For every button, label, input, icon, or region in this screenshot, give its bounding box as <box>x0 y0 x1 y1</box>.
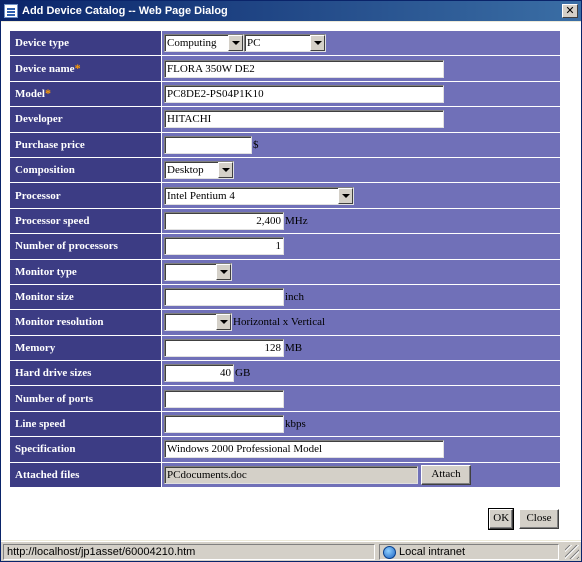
row-purchase-price: Purchase price $ <box>9 131 561 158</box>
row-model: Model* PC8DE2-PS04P1K10 <box>9 80 561 108</box>
chevron-down-icon <box>310 35 325 52</box>
developer-input[interactable]: HITACHI <box>164 110 444 129</box>
line-speed-label: Line speed <box>9 410 162 438</box>
row-number-of-processors: Number of processors 1 <box>9 233 561 260</box>
currency-unit: $ <box>253 138 259 151</box>
specification-input[interactable]: Windows 2000 Professional Model <box>164 440 444 459</box>
device-type-select[interactable]: Computing <box>164 34 244 53</box>
specification-label: Specification <box>9 436 162 463</box>
device-type-label: Device type <box>9 29 162 57</box>
attach-button[interactable]: Attach <box>421 464 471 485</box>
row-hard-drive-sizes: Hard drive sizes 40 GB <box>9 360 561 387</box>
monitor-size-label: Monitor size <box>9 283 162 311</box>
device-name-input[interactable]: FLORA 350W DE2 <box>164 59 444 78</box>
model-label: Model <box>15 88 45 101</box>
required-mark: * <box>74 61 81 76</box>
status-bar: http://localhost/jp1asset/60004210.htm L… <box>1 541 581 561</box>
gb-unit: GB <box>235 367 251 380</box>
close-button[interactable]: Close <box>519 509 559 529</box>
dialog-content: Device type Computing PC Device name* FLO… <box>1 22 581 540</box>
device-subtype-select[interactable]: PC <box>244 34 326 53</box>
title-bar: Add Device Catalog -- Web Page Dialog ✕ <box>1 1 581 21</box>
window-title: Add Device Catalog -- Web Page Dialog <box>22 5 228 17</box>
kbps-unit: kbps <box>285 418 306 431</box>
row-device-type: Device type Computing PC <box>9 29 561 57</box>
processor-speed-label: Processor speed <box>9 207 162 235</box>
row-developer: Developer HITACHI <box>9 106 561 133</box>
chevron-down-icon <box>216 314 231 331</box>
chevron-down-icon <box>338 187 353 204</box>
model-input[interactable]: PC8DE2-PS04P1K10 <box>164 84 444 103</box>
row-processor: Processor Intel Pentium 4 <box>9 182 561 209</box>
zone-label: Local intranet <box>399 546 466 558</box>
device-form: Device type Computing PC Device name* FLO… <box>9 29 561 489</box>
mhz-unit: MHz <box>285 214 308 227</box>
resize-grip[interactable] <box>565 545 579 559</box>
resolution-unit: Horizontal x Vertical <box>233 316 326 329</box>
row-monitor-resolution: Monitor resolution Horizontal x Vertical <box>9 309 561 336</box>
chevron-down-icon <box>218 162 233 179</box>
row-attached-files: Attached files PCdocuments.doc Attach <box>9 461 561 489</box>
dialog-buttons: OK Close <box>488 508 559 530</box>
purchase-price-label: Purchase price <box>9 131 162 158</box>
row-processor-speed: Processor speed 2,400 MHz <box>9 207 561 235</box>
row-specification: Specification Windows 2000 Professional … <box>9 436 561 463</box>
attached-files-input: PCdocuments.doc <box>164 465 418 484</box>
composition-label: Composition <box>9 156 162 184</box>
memory-input[interactable]: 128 <box>164 338 284 357</box>
monitor-size-input[interactable] <box>164 288 284 307</box>
purchase-price-input[interactable] <box>164 135 252 154</box>
globe-icon <box>383 545 396 559</box>
monitor-type-select[interactable] <box>164 262 232 281</box>
mb-unit: MB <box>285 341 303 354</box>
attached-files-label: Attached files <box>9 461 162 489</box>
hard-drive-sizes-label: Hard drive sizes <box>9 360 162 387</box>
number-of-processors-label: Number of processors <box>9 233 162 260</box>
chevron-down-icon <box>216 263 231 280</box>
number-of-ports-label: Number of ports <box>9 385 162 412</box>
row-monitor-size: Monitor size inch <box>9 283 561 311</box>
row-line-speed: Line speed kbps <box>9 410 561 438</box>
monitor-resolution-select[interactable] <box>164 313 232 332</box>
row-number-of-ports: Number of ports <box>9 385 561 412</box>
number-of-processors-input[interactable]: 1 <box>164 237 284 256</box>
processor-label: Processor <box>9 182 162 209</box>
dialog-icon <box>4 4 18 18</box>
memory-label: Memory <box>9 334 162 362</box>
dialog-window: Add Device Catalog -- Web Page Dialog ✕ … <box>0 0 582 562</box>
row-memory: Memory 128 MB <box>9 334 561 362</box>
composition-select[interactable]: Desktop <box>164 161 234 180</box>
number-of-ports-input[interactable] <box>164 389 284 408</box>
developer-label: Developer <box>9 106 162 133</box>
row-device-name: Device name* FLORA 350W DE2 <box>9 55 561 82</box>
status-url: http://localhost/jp1asset/60004210.htm <box>3 544 375 560</box>
row-monitor-type: Monitor type <box>9 258 561 285</box>
monitor-resolution-label: Monitor resolution <box>9 309 162 336</box>
line-speed-input[interactable] <box>164 415 284 434</box>
processor-speed-input[interactable]: 2,400 <box>164 211 284 230</box>
row-composition: Composition Desktop <box>9 156 561 184</box>
security-zone: Local intranet <box>379 544 559 560</box>
ok-button[interactable]: OK <box>488 508 515 530</box>
processor-select[interactable]: Intel Pentium 4 <box>164 186 354 205</box>
hard-drive-sizes-input[interactable]: 40 <box>164 364 234 383</box>
required-mark: * <box>44 86 51 101</box>
close-window-button[interactable]: ✕ <box>562 4 578 18</box>
monitor-type-label: Monitor type <box>9 258 162 285</box>
chevron-down-icon <box>228 35 243 52</box>
inch-unit: inch <box>285 291 304 304</box>
device-name-label: Device name <box>15 63 75 76</box>
